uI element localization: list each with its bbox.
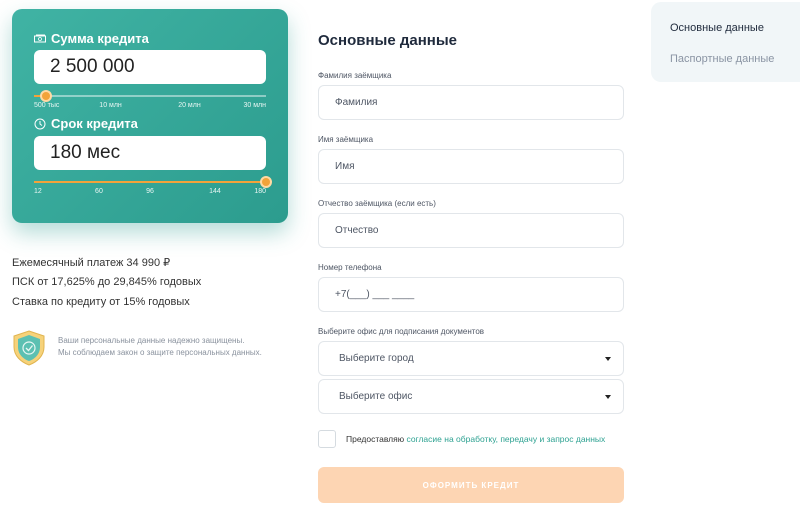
monthly-payment: Ежемесячный платеж 34 990 ₽	[12, 257, 171, 269]
security-text-line: Ваши персональные данные надежно защищен…	[58, 336, 245, 345]
step-passport-data[interactable]: Паспортные данные	[670, 53, 774, 65]
term-value: 180 мес	[50, 142, 121, 163]
caret-down-icon	[605, 357, 611, 361]
term-label-text: Срок кредита	[51, 116, 138, 131]
term-slider[interactable]	[34, 176, 272, 188]
surname-label: Фамилия заёмщика	[318, 71, 392, 80]
term-label: Срок кредита	[34, 116, 138, 131]
security-text: Ваши персональные данные надежно защищен…	[58, 335, 294, 359]
phone-input[interactable]: +7(___) ___ ____	[318, 277, 624, 312]
surname-placeholder: Фамилия	[335, 97, 378, 108]
name-placeholder: Имя	[335, 161, 355, 172]
patronymic-placeholder: Отчество	[335, 225, 379, 236]
security-notice: Ваши персональные данные надежно защищен…	[12, 330, 292, 370]
patronymic-label: Отчество заёмщика (если есть)	[318, 199, 436, 208]
amount-label: Сумма кредита	[34, 31, 149, 46]
caret-down-icon	[605, 395, 611, 399]
shield-icon	[12, 330, 46, 366]
form-title: Основные данные	[318, 32, 457, 49]
city-select[interactable]: Выберите город	[318, 341, 624, 376]
psk-range: ПСК от 17,625% до 29,845% годовых	[12, 276, 202, 288]
term-input[interactable]: 180 мес	[34, 136, 266, 170]
interest-rate: Ставка по кредиту от 15% годовых	[12, 296, 190, 308]
amount-input[interactable]: 2 500 000	[34, 50, 266, 84]
name-input[interactable]: Имя	[318, 149, 624, 184]
step-basic-data[interactable]: Основные данные	[670, 22, 764, 34]
amount-slider-thumb[interactable]	[39, 90, 52, 102]
amount-tick: 10 млн	[99, 102, 122, 109]
office-select[interactable]: Выберите офис	[318, 379, 624, 414]
phone-label: Номер телефона	[318, 263, 382, 272]
amount-ticks: 500 тыс 10 млн 20 млн 30 млн	[34, 102, 266, 112]
clock-icon	[34, 118, 46, 130]
office-select-value: Выберите офис	[339, 391, 413, 402]
amount-label-text: Сумма кредита	[51, 31, 149, 46]
term-tick: 96	[146, 188, 154, 195]
phone-placeholder: +7(___) ___ ____	[335, 289, 415, 300]
amount-tick: 500 тыс	[34, 102, 60, 109]
surname-input[interactable]: Фамилия	[318, 85, 624, 120]
term-slider-fill	[34, 181, 266, 183]
consent-prefix: Предоставляю	[346, 434, 405, 444]
amount-tick: 20 млн	[178, 102, 201, 109]
amount-value: 2 500 000	[50, 56, 135, 77]
term-tick: 12	[34, 188, 42, 195]
term-tick: 180	[254, 188, 266, 195]
submit-credit-button[interactable]: ОФОРМИТЬ КРЕДИТ	[318, 467, 624, 503]
consent-checkbox[interactable]	[318, 430, 336, 448]
term-slider-thumb[interactable]	[260, 176, 272, 188]
amount-tick: 30 млн	[243, 102, 267, 109]
consent-text: Предоставляю согласие на обработку, пере…	[346, 434, 605, 444]
term-tick: 144	[209, 188, 221, 195]
term-ticks: 12 60 96 144 180	[34, 188, 266, 198]
consent-link[interactable]: согласие на обработку, передачу и запрос…	[406, 434, 605, 444]
steps-panel: Основные данные Паспортные данные	[651, 2, 800, 82]
banknote-icon	[34, 33, 46, 45]
patronymic-input[interactable]: Отчество	[318, 213, 624, 248]
term-tick: 60	[95, 188, 103, 195]
security-text-line: Мы соблюдаем закон о защите персональных…	[58, 348, 262, 357]
office-label: Выберите офис для подписания документов	[318, 327, 485, 336]
credit-calculator-card: Сумма кредита 2 500 000 500 тыс 10 млн 2…	[12, 9, 288, 223]
amount-slider-track	[34, 95, 266, 97]
amount-slider[interactable]	[34, 90, 266, 102]
city-select-value: Выберите город	[339, 353, 414, 364]
name-label: Имя заёмщика	[318, 135, 374, 144]
